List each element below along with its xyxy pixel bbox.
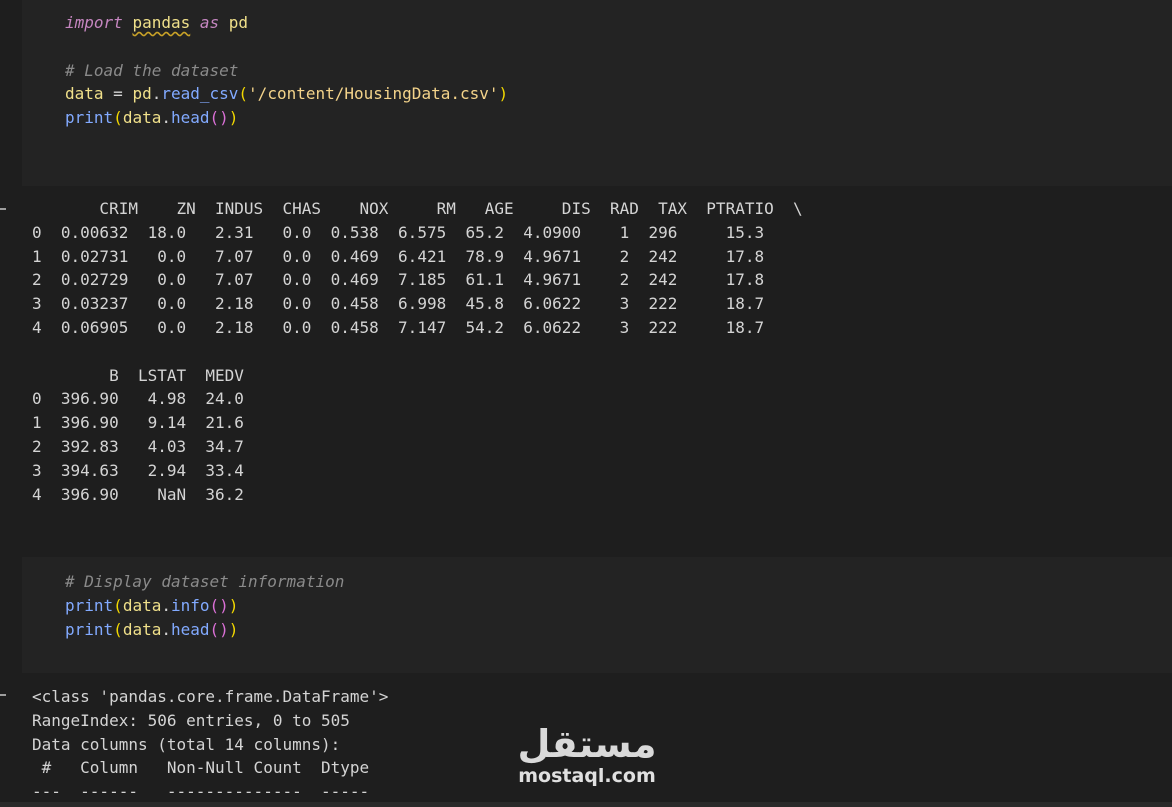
output-marker-1 [0,208,6,210]
info-line: <class 'pandas.core.frame.DataFrame'> [32,687,389,706]
method-head-2: head [170,619,210,639]
output-marker-2 [0,694,6,696]
method-info: info [170,595,210,615]
table-header-1: CRIM ZN INDUS CHAS NOX RM AGE DIS RAD TA… [32,199,803,218]
code-cell-1[interactable]: import pandas as pd # Load the dataset d… [22,0,1172,186]
info-line: RangeIndex: 506 entries, 0 to 505 [32,710,350,730]
watermark-arabic-text: مستقل [517,722,657,766]
table-row: 2 0.02729 0.0 7.07 0.0 0.469 7.185 61.1 … [32,270,765,290]
var-data: data [65,84,104,104]
watermark-latin-text: mostaql.com [518,765,656,787]
output-cell-1: CRIM ZN INDUS CHAS NOX RM AGE DIS RAD TA… [22,186,1172,556]
table-header-2: B LSTAT MEDV [32,365,244,385]
info-output: <class 'pandas.core.frame.DataFrame'> Ran… [32,685,388,804]
table-row: 1 396.90 9.14 21.6 [32,413,244,433]
table-row: 0 0.00632 18.0 2.31 0.0 0.538 6.575 65.2… [32,222,765,242]
fn-print-2: print [65,595,114,615]
method-head-1: head [170,108,210,128]
mostaql-watermark: مستقل mostaql.com [512,724,662,794]
table-row: 2 392.83 4.03 34.7 [32,436,244,456]
csv-path-string: '/content/HousingData.csv' [248,84,499,104]
code-comment-1: # Load the dataset [65,60,239,80]
keyword-as: as [199,13,220,32]
info-line: Data columns (total 14 columns): [32,734,341,754]
assign-op: = [103,84,133,104]
info-line: --- ------ -------------- ----- [32,782,370,802]
keyword-import: import [65,13,123,32]
code-editor-2[interactable]: # Display dataset information print(data… [65,570,344,641]
fn-print-1: print [65,108,114,128]
code-cell-2[interactable]: # Display dataset information print(data… [22,557,1172,673]
table-row: 3 394.63 2.94 33.4 [32,460,244,480]
table-row: 1 0.02731 0.0 7.07 0.0 0.469 6.421 78.9 … [32,246,765,266]
alias-name: pd [228,13,249,32]
obj-data-1: data [122,108,162,128]
obj-data-3: data [122,619,162,639]
table-row: 4 0.06905 0.0 2.18 0.0 0.458 7.147 54.2 … [32,317,765,337]
dataframe-output-1: CRIM ZN INDUS CHAS NOX RM AGE DIS RAD TA… [32,197,803,506]
code-comment-2: # Display dataset information [65,572,345,591]
fn-print-3: print [65,619,114,639]
info-line: # Column Non-Null Count Dtype [32,758,370,778]
obj-pd: pd [132,84,152,104]
bottom-scroll-strip [0,802,1172,807]
table-row: 3 0.03237 0.0 2.18 0.0 0.458 6.998 45.8 … [32,294,765,314]
module-name: pandas [132,13,191,32]
table-row: 4 396.90 NaN 36.2 [32,484,244,504]
obj-data-2: data [122,595,162,615]
table-row: 0 396.90 4.98 24.0 [32,389,244,409]
fn-read-csv: read_csv [161,84,239,104]
code-editor-1[interactable]: import pandas as pd # Load the dataset d… [65,11,508,130]
